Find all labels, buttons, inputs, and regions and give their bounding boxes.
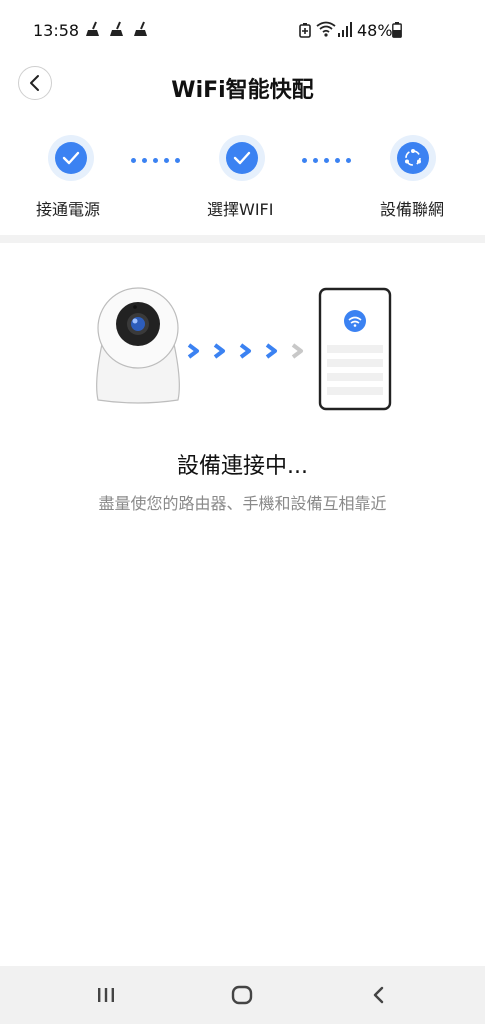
signal-icon	[338, 22, 352, 37]
nav-back-button[interactable]	[358, 980, 398, 1010]
recent-apps-icon	[98, 988, 114, 1002]
chevron-right-icon	[291, 343, 303, 359]
progress-arrows	[186, 342, 306, 360]
network-icon	[405, 149, 421, 166]
home-button[interactable]	[222, 980, 262, 1010]
chevron-right-icon	[187, 343, 199, 359]
camera-icon	[96, 287, 180, 404]
check-icon	[62, 151, 80, 165]
broom-icon	[86, 21, 99, 36]
system-nav-bar	[0, 966, 485, 1024]
chevron-right-icon	[239, 343, 251, 359]
chevron-right-icon	[265, 343, 277, 359]
step-3-indicator	[390, 135, 436, 181]
section-divider	[0, 235, 485, 243]
check-icon	[233, 151, 251, 165]
connecting-hint: 盡量使您的路由器、手機和設備互相靠近	[98, 494, 387, 513]
recent-apps-button[interactable]	[86, 980, 126, 1010]
step-1-indicator	[48, 135, 94, 181]
step-connector	[302, 158, 351, 163]
step-2-label: 選擇WIFI	[207, 200, 274, 219]
app-header: WiFi智能快配	[0, 60, 485, 110]
phone-icon	[318, 287, 392, 411]
page-title: WiFi智能快配	[171, 78, 314, 103]
wifi-icon	[316, 21, 336, 37]
battery-saver-icon	[299, 23, 311, 38]
battery-icon	[392, 22, 402, 38]
notification-icons	[84, 20, 150, 38]
back-icon	[373, 986, 384, 1004]
connecting-status-title: 設備連接中...	[177, 454, 308, 479]
battery-percent: 48%	[357, 21, 393, 40]
step-1-label: 接通電源	[36, 200, 101, 219]
broom-icon	[110, 21, 123, 36]
pairing-illustration	[0, 270, 485, 430]
step-2-indicator	[219, 135, 265, 181]
step-connector	[131, 158, 180, 163]
status-bar: 13:58 48%	[0, 0, 485, 60]
status-time: 13:58	[33, 21, 80, 40]
progress-stepper: 接通電源 選擇WIFI 設備聯網	[0, 130, 485, 230]
chevron-right-icon	[213, 343, 225, 359]
broom-icon	[134, 21, 147, 36]
home-icon	[231, 985, 253, 1005]
step-3-label: 設備聯網	[380, 200, 445, 219]
